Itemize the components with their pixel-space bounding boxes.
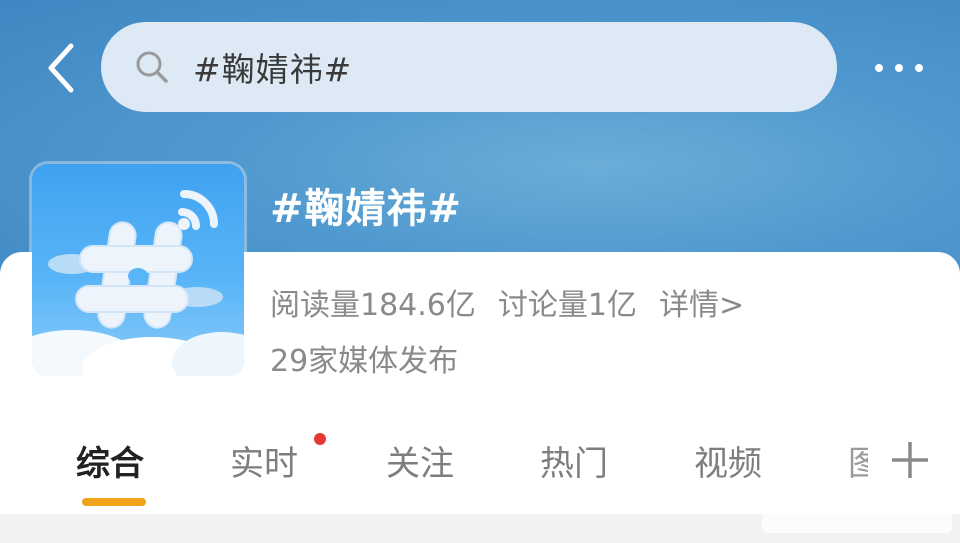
add-tab-button[interactable] — [888, 438, 932, 482]
tab-images[interactable]: 图 — [848, 436, 868, 484]
search-query: #鞠婧祎# — [193, 50, 353, 89]
more-dots-icon — [875, 64, 883, 72]
hashtag-topic-icon — [32, 164, 244, 376]
discussion-count: 讨论量1亿 — [497, 288, 637, 323]
new-content-dot — [314, 433, 326, 445]
tab-comprehensive[interactable]: 综合 — [76, 436, 144, 485]
details-link[interactable]: 详情> — [659, 280, 744, 324]
read-count: 阅读量184.6亿 — [270, 288, 476, 323]
tab-realtime[interactable]: 实时 — [230, 436, 298, 485]
topic-title: #鞠婧祎# — [270, 186, 463, 232]
plus-icon — [892, 442, 928, 478]
tab-following[interactable]: 关注 — [386, 436, 454, 485]
chevron-left-icon — [48, 43, 74, 93]
tab-video[interactable]: 视频 — [694, 436, 762, 485]
more-button[interactable] — [864, 48, 934, 88]
topic-stats: 阅读量184.6亿 讨论量1亿 详情> — [270, 280, 744, 324]
active-tab-indicator — [82, 498, 146, 506]
search-icon — [135, 50, 169, 84]
back-button[interactable] — [38, 42, 82, 94]
watermark — [762, 509, 952, 533]
search-bar[interactable]: #鞠婧祎# — [101, 22, 837, 112]
media-count: 29家媒体发布 — [270, 344, 459, 379]
tab-hot[interactable]: 热门 — [540, 436, 608, 485]
topic-tabs: 综合 实时 关注 热门 视频 — [0, 428, 960, 498]
